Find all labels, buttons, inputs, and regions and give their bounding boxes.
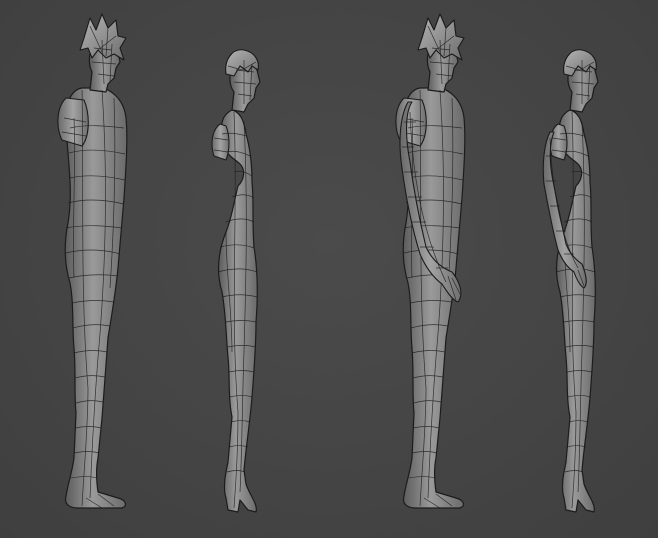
3d-viewport[interactable] [0, 0, 658, 538]
female-base-mesh-figure[interactable] [211, 49, 261, 513]
male-base-mesh-figure[interactable] [57, 13, 128, 509]
male-full-mesh-figure[interactable] [395, 13, 466, 509]
wireframe-figures-canvas [57, 13, 599, 513]
female-full-mesh-figure[interactable] [542, 49, 599, 513]
